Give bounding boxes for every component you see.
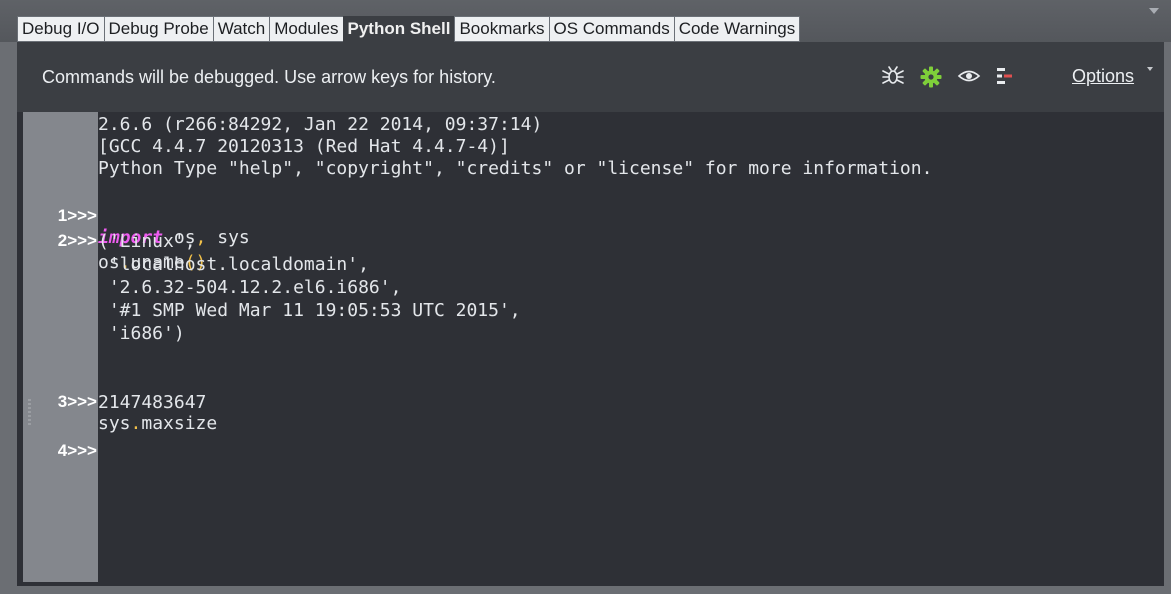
output-line: '2.6.32-504.12.2.el6.i686', — [98, 277, 402, 298]
tab-bookmarks[interactable]: Bookmarks — [454, 16, 549, 42]
gear-icon[interactable] — [920, 66, 942, 93]
python-shell-window: Debug I/O Debug Probe Watch Modules Pyth… — [0, 0, 1171, 594]
output-line: Python Type "help", "copyright", "credit… — [98, 158, 933, 179]
stack-icon[interactable] — [995, 66, 1015, 91]
tab-menu-dropdown-icon[interactable] — [1149, 8, 1159, 14]
input-line: 1>>> import os, sys — [17, 183, 1164, 248]
options-menu-button[interactable]: Options — [1072, 66, 1134, 87]
tab-debug-probe[interactable]: Debug Probe — [103, 16, 213, 42]
tab-watch[interactable]: Watch — [212, 16, 270, 42]
eye-icon[interactable] — [957, 66, 981, 91]
input-line: 2>>> os.uname() — [17, 208, 1164, 273]
tab-modules[interactable]: Modules — [269, 16, 343, 42]
output-line: 'i686') — [98, 323, 185, 344]
output-line: 'localhost.localdomain', — [98, 254, 369, 275]
output-line: ('Linux', — [98, 231, 196, 252]
status-message: Commands will be debugged. Use arrow key… — [42, 67, 496, 87]
tab-bar: Debug I/O Debug Probe Watch Modules Pyth… — [0, 0, 1171, 42]
output-line: [GCC 4.4.7 20120313 (Red Hat 4.4.7-4)] — [98, 136, 510, 157]
input-line[interactable]: 4>>> — [17, 418, 1164, 460]
options-caret-icon — [1147, 67, 1153, 71]
output-line: '#1 SMP Wed Mar 11 19:05:53 UTC 2015', — [98, 300, 521, 321]
python-shell-panel: Commands will be debugged. Use arrow key… — [17, 42, 1164, 586]
tab-code-warnings[interactable]: Code Warnings — [673, 16, 801, 42]
output-line: 2.6.6 (r266:84292, Jan 22 2014, 09:37:14… — [98, 114, 543, 135]
input-line: 3>>> sys.maxsize — [17, 369, 1164, 434]
bug-icon[interactable] — [881, 66, 905, 91]
shell-toolbar: Commands will be debugged. Use arrow key… — [17, 42, 1164, 112]
tab-os-commands[interactable]: OS Commands — [548, 16, 674, 42]
tab-strip: Debug I/O Debug Probe Watch Modules Pyth… — [17, 16, 801, 42]
shell-editor[interactable]: 2.6.6 (r266:84292, Jan 22 2014, 09:37:14… — [17, 112, 1164, 586]
output-line: 2147483647 — [98, 392, 207, 413]
tab-python-shell[interactable]: Python Shell — [342, 16, 455, 42]
prompt-label: 4>>> — [57, 441, 97, 460]
tab-debug-io[interactable]: Debug I/O — [17, 16, 104, 42]
